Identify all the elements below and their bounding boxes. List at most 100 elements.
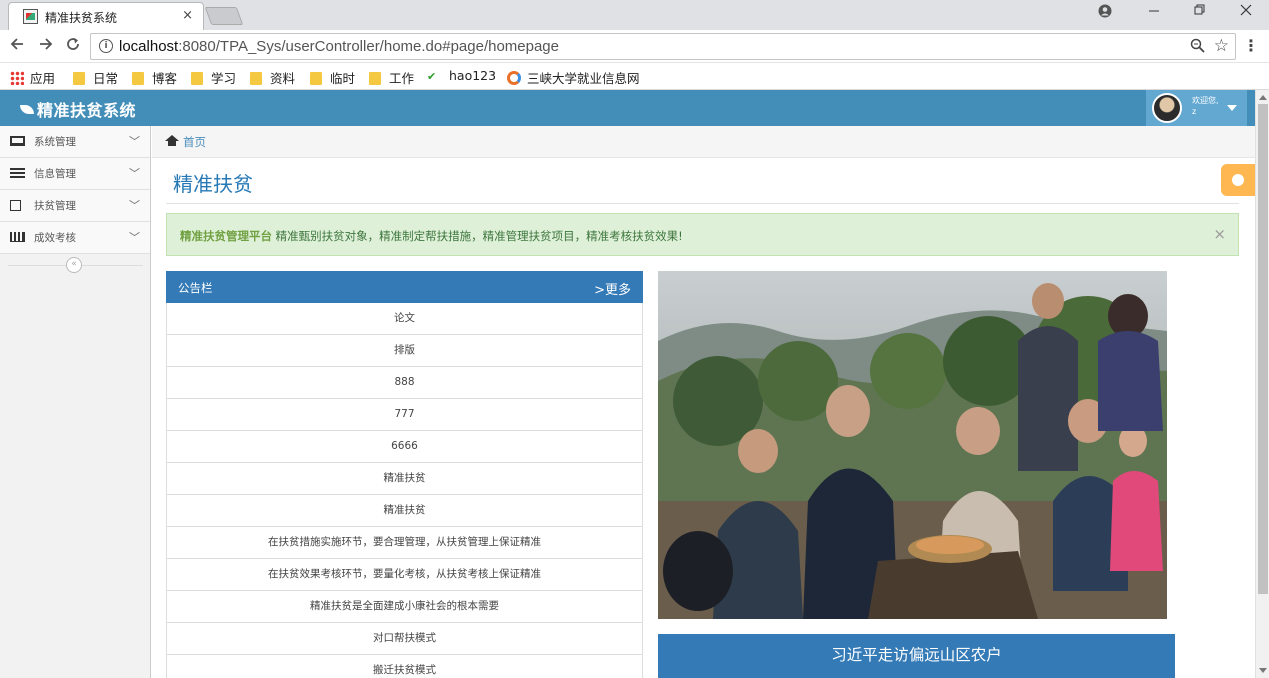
sidebar-item-assessment[interactable]: 成效考核 ﹀ bbox=[0, 222, 150, 254]
tab-title: 精准扶贫系统 bbox=[45, 11, 118, 25]
sidebar: 系统管理 ﹀ 信息管理 ﹀ 扶贫管理 ﹀ 成效考核 ﹀ « bbox=[0, 126, 151, 678]
close-icon[interactable]: × bbox=[1213, 225, 1226, 243]
notice-item[interactable]: 精准扶贫是全面建成小康社会的根本需要 bbox=[166, 591, 643, 623]
browser-toolbar: i localhost:8080/TPA_Sys/userController/… bbox=[0, 30, 1269, 63]
folder-icon bbox=[310, 72, 322, 85]
forward-arrow-icon[interactable] bbox=[38, 36, 54, 57]
page-title: 精准扶贫 bbox=[173, 172, 253, 196]
site-favicon-icon bbox=[23, 9, 38, 24]
sidebar-item-poverty[interactable]: 扶贫管理 ﹀ bbox=[0, 190, 150, 222]
browser-tabstrip: 精准扶贫系统 × bbox=[0, 0, 1269, 30]
scroll-up-arrow-icon[interactable] bbox=[1259, 95, 1267, 100]
profile-icon[interactable] bbox=[1098, 4, 1112, 22]
bookmark-star-icon[interactable]: ☆ bbox=[1214, 36, 1229, 56]
leaf-icon bbox=[20, 105, 34, 114]
notice-item[interactable]: 777 bbox=[166, 399, 643, 431]
sidebar-item-label: 扶贫管理 bbox=[34, 200, 76, 212]
notice-title: 公告栏 bbox=[178, 281, 213, 295]
bookmark-hao123[interactable]: ✔ hao123 bbox=[427, 68, 496, 84]
bookmark-ctgu[interactable]: 三峡大学就业信息网 bbox=[507, 68, 640, 87]
settings-button[interactable] bbox=[1221, 164, 1255, 196]
minimize-icon[interactable] bbox=[1148, 2, 1160, 20]
url-host: localhost bbox=[119, 38, 179, 55]
notice-item[interactable]: 888 bbox=[166, 367, 643, 399]
welcome-text: 欢迎您, z bbox=[1192, 96, 1219, 116]
sidebar-item-label: 系统管理 bbox=[34, 136, 76, 148]
apps-grid-icon bbox=[10, 71, 24, 85]
notice-item[interactable]: 搬迁扶贫模式 bbox=[166, 655, 643, 678]
notice-header: 公告栏 >更多 bbox=[166, 271, 643, 303]
alert-strong: 精准扶贫管理平台 bbox=[180, 229, 272, 243]
photo-caption: 习近平走访偏远山区农户 bbox=[658, 634, 1175, 678]
notice-item[interactable]: 精准扶贫 bbox=[166, 463, 643, 495]
restore-icon[interactable] bbox=[1194, 4, 1206, 20]
home-icon bbox=[165, 135, 179, 146]
window-close-icon[interactable] bbox=[1240, 4, 1252, 20]
scrollbar-thumb[interactable] bbox=[1258, 104, 1268, 594]
folder-icon bbox=[191, 72, 203, 85]
notice-item[interactable]: 在扶贫效果考核环节，要量化考核，从扶贫考核上保证精准 bbox=[166, 559, 643, 591]
tab-close-icon[interactable]: × bbox=[182, 8, 193, 23]
notice-item[interactable]: 论文 bbox=[166, 303, 643, 335]
page-scrollbar[interactable] bbox=[1255, 90, 1269, 678]
bookmark-folder[interactable]: 临时 bbox=[310, 68, 355, 87]
bookmark-folder[interactable]: 工作 bbox=[369, 68, 414, 87]
hao123-icon: ✔ bbox=[427, 70, 437, 83]
scroll-down-arrow-icon[interactable] bbox=[1259, 668, 1267, 673]
app-navbar: 精准扶贫系统 欢迎您, z bbox=[0, 90, 1255, 126]
sidebar-collapse-button[interactable]: « bbox=[66, 257, 82, 273]
address-bar[interactable]: i localhost:8080/TPA_Sys/userController/… bbox=[90, 33, 1236, 60]
chevron-down-icon: ﹀ bbox=[129, 135, 140, 148]
gear-icon bbox=[1232, 174, 1244, 186]
welcome-alert: 精准扶贫管理平台 精准甄别扶贫对象，精准制定帮扶措施，精准管理扶贫项目，精准考核… bbox=[166, 213, 1239, 256]
bookmark-folder[interactable]: 资料 bbox=[250, 68, 295, 87]
back-arrow-icon[interactable] bbox=[9, 36, 25, 57]
bookmark-folder[interactable]: 日常 bbox=[73, 68, 118, 87]
info-icon[interactable]: i bbox=[99, 39, 113, 53]
notice-item[interactable]: 在扶贫措施实施环节，要合理管理，从扶贫管理上保证精准 bbox=[166, 527, 643, 559]
new-tab-button[interactable] bbox=[204, 7, 244, 25]
edit-icon bbox=[10, 200, 21, 211]
notice-panel: 公告栏 >更多 论文 排版 888 777 6666 精准扶贫 精准扶贫 在扶贫措施实施环节，… bbox=[166, 271, 643, 678]
brand[interactable]: 精准扶贫系统 bbox=[20, 97, 136, 121]
folder-icon bbox=[73, 72, 85, 85]
notice-item[interactable]: 6666 bbox=[166, 431, 643, 463]
sidebar-item-label: 信息管理 bbox=[34, 168, 76, 180]
sidebar-item-label: 成效考核 bbox=[34, 232, 76, 244]
sidebar-item-system[interactable]: 系统管理 ﹀ bbox=[0, 126, 150, 158]
chevron-down-icon: ﹀ bbox=[129, 167, 140, 180]
user-menu[interactable]: 欢迎您, z bbox=[1146, 90, 1247, 126]
url-text[interactable]: localhost:8080/TPA_Sys/userController/ho… bbox=[119, 38, 559, 55]
chevron-down-icon: ﹀ bbox=[129, 231, 140, 244]
bookmark-folder[interactable]: 学习 bbox=[191, 68, 236, 87]
notice-item[interactable]: 排版 bbox=[166, 335, 643, 367]
folder-icon bbox=[132, 72, 144, 85]
more-link[interactable]: >更多 bbox=[594, 279, 631, 298]
news-photo[interactable] bbox=[658, 271, 1167, 619]
monitor-icon bbox=[10, 136, 25, 146]
caret-down-icon bbox=[1227, 105, 1237, 111]
alert-text: 精准扶贫管理平台 精准甄别扶贫对象，精准制定帮扶措施，精准管理扶贫项目，精准考核… bbox=[180, 229, 683, 243]
bookmark-folder[interactable]: 博客 bbox=[132, 68, 177, 87]
notice-item[interactable]: 对口帮扶模式 bbox=[166, 623, 643, 655]
bar-chart-icon bbox=[10, 232, 25, 242]
avatar bbox=[1152, 93, 1182, 123]
bookmark-apps[interactable]: 应用 bbox=[10, 68, 55, 87]
url-path: :8080/TPA_Sys/userController/home.do#pag… bbox=[178, 38, 559, 55]
chevron-down-icon: ﹀ bbox=[129, 199, 140, 212]
bookmarks-bar: 应用 日常 博客 学习 资料 临时 工作 ✔ hao123 三峡大学就业信息网 bbox=[0, 63, 1269, 90]
zoom-icon[interactable] bbox=[1190, 38, 1205, 57]
browser-menu-icon[interactable]: ⋮ bbox=[1243, 36, 1259, 55]
folder-icon bbox=[250, 72, 262, 85]
breadcrumb: 首页 bbox=[152, 126, 1255, 158]
reload-icon[interactable] bbox=[65, 36, 81, 57]
site-logo-icon bbox=[507, 71, 521, 85]
browser-tab[interactable]: 精准扶贫系统 × bbox=[8, 2, 204, 30]
photo-image bbox=[658, 271, 1167, 619]
sidebar-item-info[interactable]: 信息管理 ﹀ bbox=[0, 158, 150, 190]
page-header-divider bbox=[166, 203, 1239, 204]
folder-icon bbox=[369, 72, 381, 85]
notice-item[interactable]: 精准扶贫 bbox=[166, 495, 643, 527]
list-icon bbox=[10, 168, 25, 178]
breadcrumb-home-link[interactable]: 首页 bbox=[183, 134, 206, 150]
